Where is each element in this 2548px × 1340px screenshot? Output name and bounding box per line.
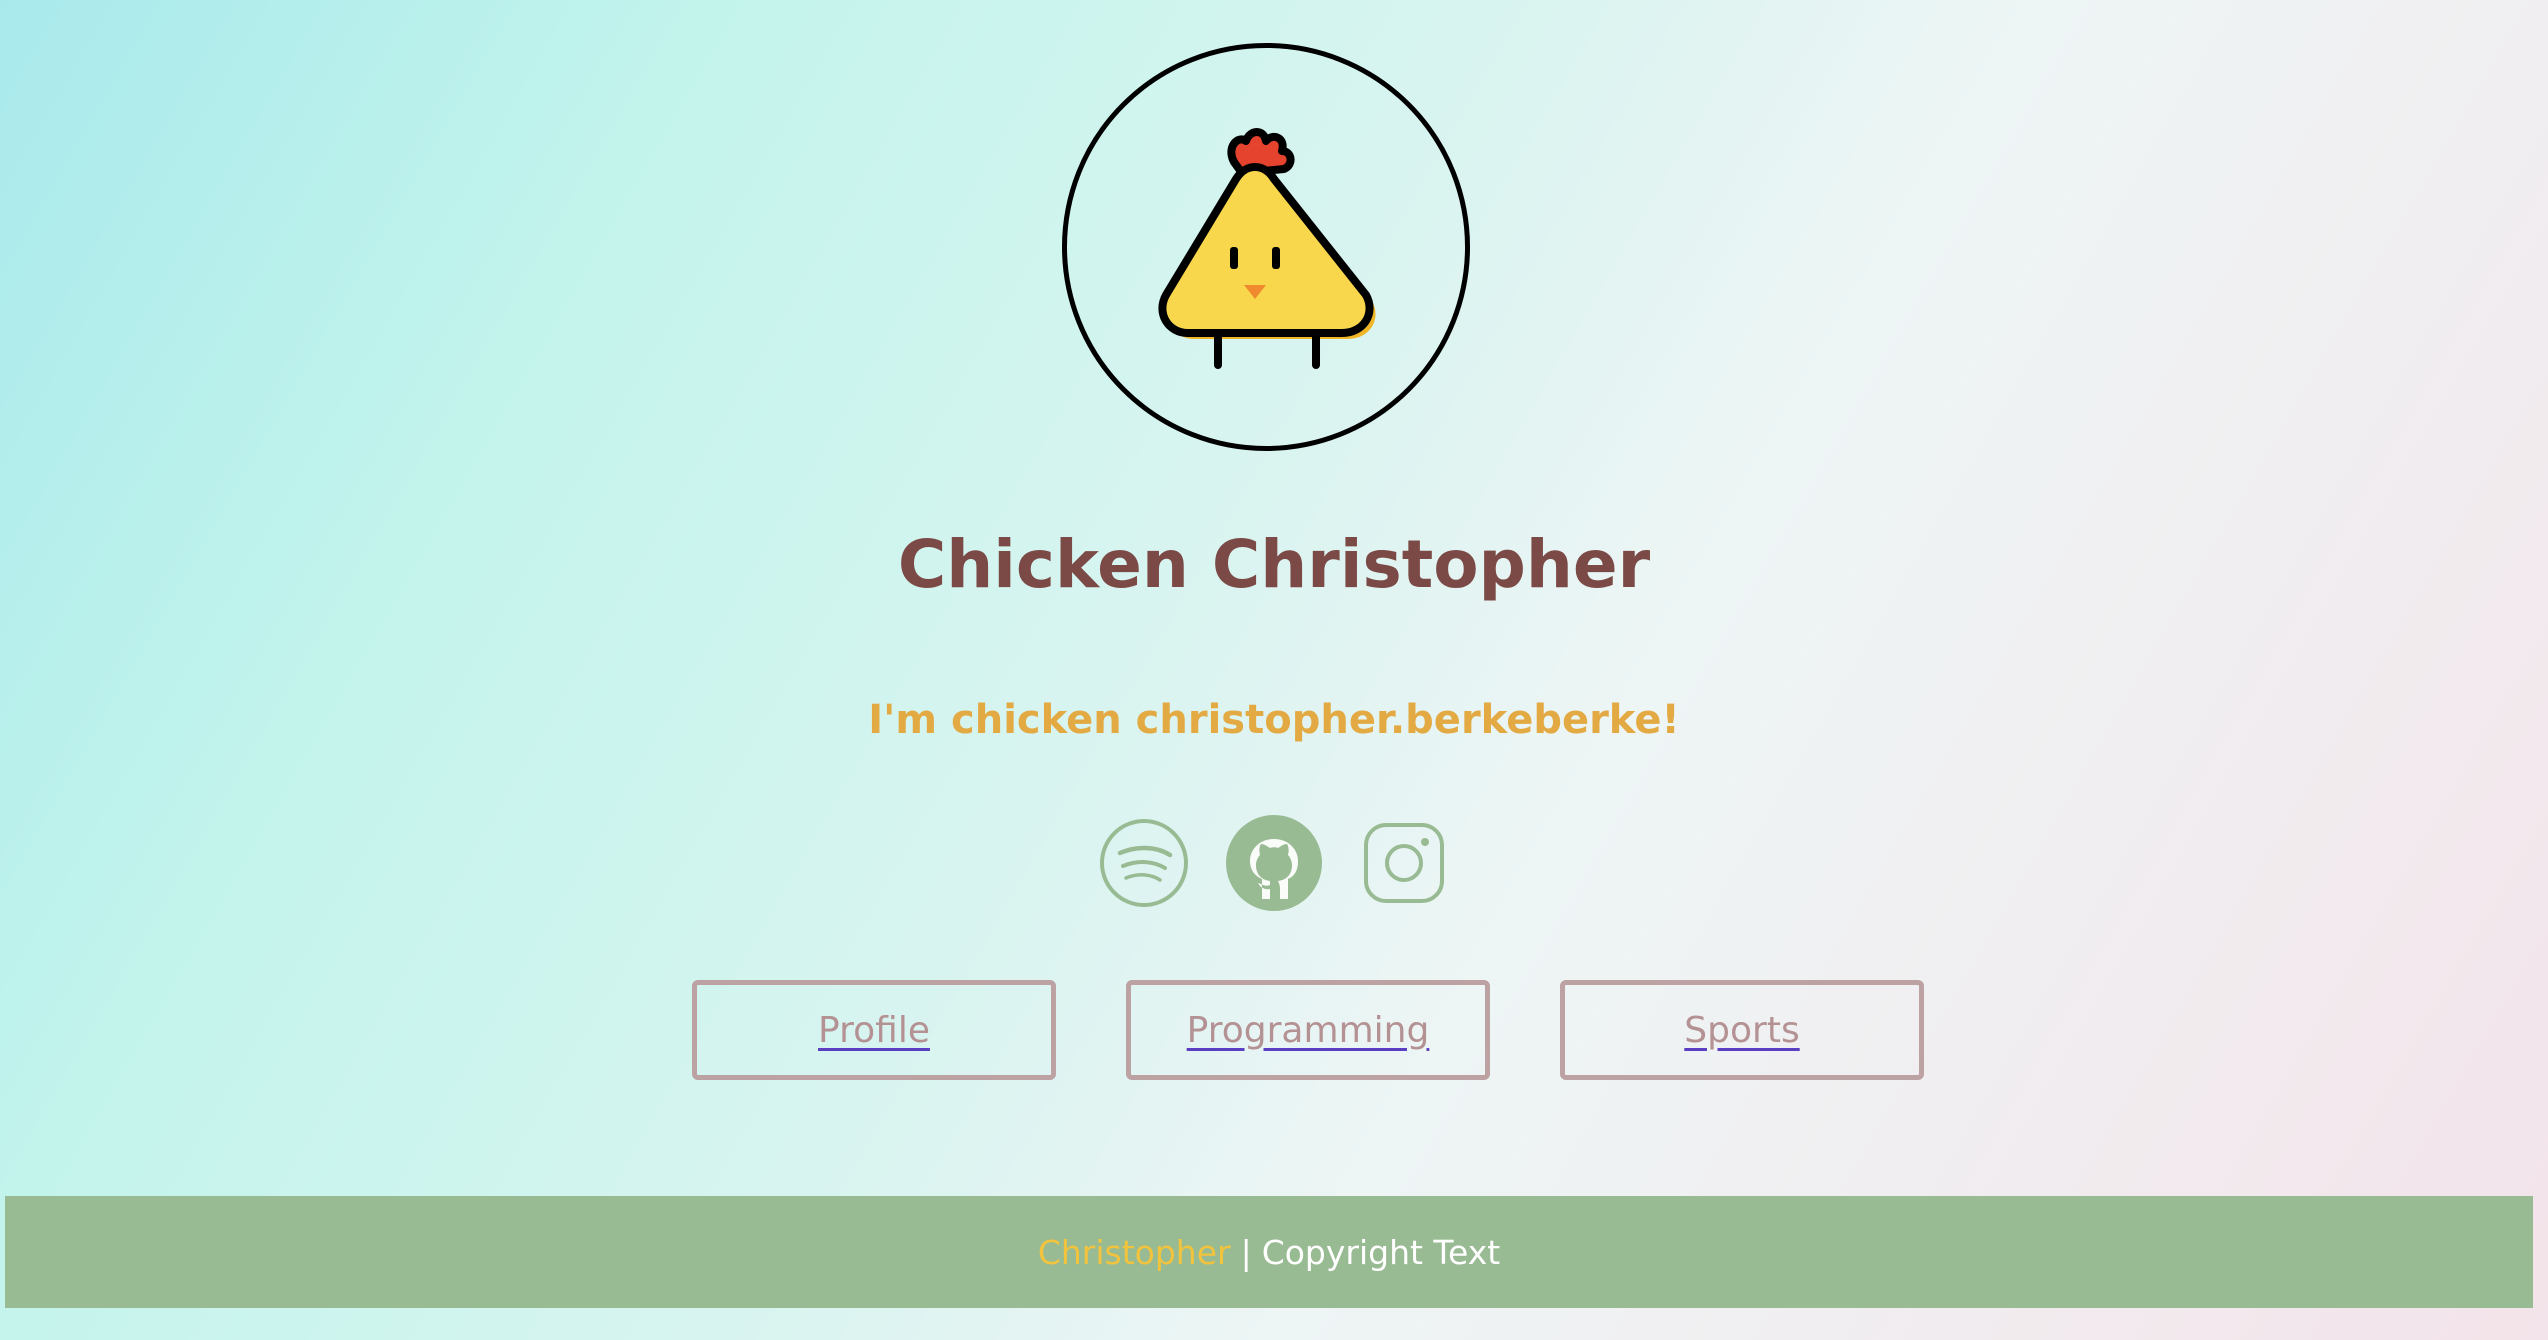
sports-button[interactable]: Sports: [1560, 980, 1924, 1080]
instagram-link[interactable]: [1356, 815, 1452, 911]
footer-separator: |: [1240, 1232, 1252, 1272]
footer-copyright: Copyright Text: [1261, 1232, 1501, 1272]
footer: Christopher | Copyright Text: [5, 1196, 2533, 1308]
avatar: [1062, 43, 1470, 451]
social-links: [0, 815, 2548, 911]
instagram-icon: [1364, 823, 1444, 903]
github-link[interactable]: [1226, 815, 1322, 911]
profile-tagline: I'm chicken christopher.berkeberke!: [868, 697, 1680, 743]
programming-button[interactable]: Programming: [1126, 980, 1490, 1080]
chicken-icon: [1158, 128, 1376, 369]
github-icon: [1226, 815, 1322, 911]
profile-button[interactable]: Profile: [692, 980, 1056, 1080]
profile-name: Chicken Christopher: [897, 526, 1651, 603]
spotify-icon: [1100, 819, 1188, 907]
nav-buttons: Profile Programming Sports: [692, 980, 1924, 1080]
spotify-link[interactable]: [1096, 815, 1192, 911]
footer-brand: Christopher: [1037, 1232, 1231, 1272]
